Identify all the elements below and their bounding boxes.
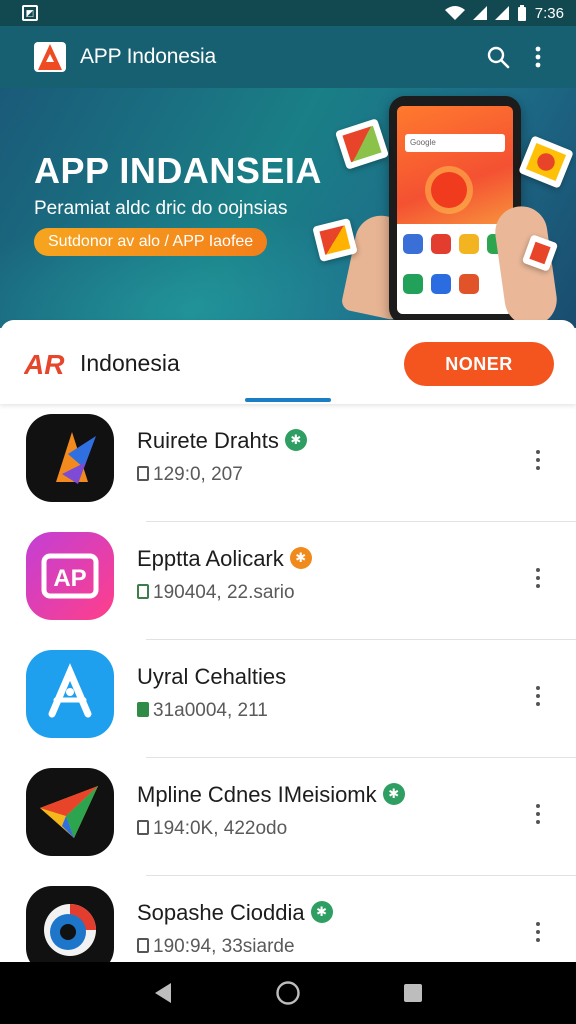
more-vertical-icon xyxy=(535,46,541,68)
banner-cta-button[interactable]: Sutdonor av alo / APP Iaofee xyxy=(34,228,268,256)
signal-2-icon xyxy=(494,6,509,20)
file-icon xyxy=(137,938,149,953)
app-bar: APP Indonesia xyxy=(0,26,576,88)
search-button[interactable] xyxy=(478,37,518,77)
svg-text:AR: AR xyxy=(24,349,65,378)
paper-plane-icon xyxy=(26,768,114,856)
status-time: 7:36 xyxy=(534,4,564,22)
eye-target-icon xyxy=(26,886,114,964)
app-name: Epptta Aolicark xyxy=(137,546,312,572)
floating-card-icon xyxy=(518,135,574,189)
notification-icon: ◩ xyxy=(22,5,38,21)
wifi-icon xyxy=(444,6,465,20)
app-name: Ruirete Drahts xyxy=(137,428,307,454)
a-star-icon xyxy=(26,650,114,738)
app-logo-icon xyxy=(34,42,66,72)
verified-badge-icon xyxy=(310,901,333,923)
banner-headline: APP INDANSEIA xyxy=(34,150,322,191)
app-more-button[interactable] xyxy=(524,440,552,480)
app-more-button[interactable] xyxy=(524,794,552,834)
file-icon xyxy=(137,820,149,835)
app-list-item[interactable]: Uyral Cehalties 31a0004, 211 xyxy=(0,640,576,758)
file-icon xyxy=(137,584,149,599)
file-icon xyxy=(137,466,149,481)
overflow-menu-button[interactable] xyxy=(518,37,558,77)
back-icon xyxy=(154,983,171,1003)
promo-banner[interactable]: APP INDANSEIA Peramiat aldc dric do oojn… xyxy=(0,88,576,328)
header-action-button[interactable]: NONER xyxy=(404,342,554,386)
tab-indicator xyxy=(245,398,331,402)
status-bar: ◩ 7:36 xyxy=(0,0,576,26)
app-meta: 129:0, 207 xyxy=(137,464,243,486)
app-list-item[interactable]: AP Epptta Aolicark 190404, 22.sario xyxy=(0,522,576,640)
app-list: Ruirete Drahts 129:0, 207 AP Epptta Aoli… xyxy=(0,404,576,964)
system-nav-bar xyxy=(0,962,576,1024)
star-triangle-icon xyxy=(26,414,114,502)
verified-badge-icon xyxy=(382,783,405,805)
floating-card-icon xyxy=(334,118,390,170)
verified-badge-icon xyxy=(284,429,307,451)
home-button[interactable] xyxy=(266,971,310,1015)
app-more-button[interactable] xyxy=(524,912,552,952)
battery-icon xyxy=(517,5,526,21)
app-meta: 190:94, 33siarde xyxy=(137,936,295,958)
app-name: Uyral Cehalties xyxy=(137,664,287,689)
status-icons: 7:36 xyxy=(444,4,564,22)
app-meta: 31a0004, 211 xyxy=(137,700,268,722)
app-name: Mpline Cdnes IMeisiomk xyxy=(137,782,405,808)
app-title: APP Indonesia xyxy=(80,45,216,68)
app-more-button[interactable] xyxy=(524,558,552,598)
phone-illustration: Google xyxy=(389,96,521,324)
home-icon xyxy=(276,981,300,1005)
app-meta: 190404, 22.sario xyxy=(137,582,295,604)
app-more-button[interactable] xyxy=(524,676,552,716)
app-list-item[interactable]: Mpline Cdnes IMeisiomk 194:0K, 422odo xyxy=(0,758,576,876)
app-list-item[interactable]: Ruirete Drahts 129:0, 207 xyxy=(0,404,576,522)
brand-logo-icon: AR xyxy=(24,349,65,378)
phone-illustration-circle xyxy=(431,172,467,208)
category-header: AR Indonesia NONER xyxy=(0,320,576,404)
app-list-item[interactable]: Sopashe Cioddia 190:94, 33siarde xyxy=(0,876,576,964)
svg-text:AP: AP xyxy=(53,565,86,592)
search-icon xyxy=(487,46,510,69)
file-icon xyxy=(137,702,149,717)
phone-search-bar: Google xyxy=(405,134,505,152)
recents-button[interactable] xyxy=(391,971,435,1015)
ap-logo-icon: AP xyxy=(26,532,114,620)
app-meta: 194:0K, 422odo xyxy=(137,818,287,840)
recents-icon xyxy=(404,984,423,1002)
verified-badge-icon xyxy=(289,547,312,569)
app-name: Sopashe Cioddia xyxy=(137,900,333,926)
back-button[interactable] xyxy=(141,971,185,1015)
section-title: Indonesia xyxy=(80,350,180,376)
signal-icon xyxy=(472,6,487,20)
banner-subline: Peramiat aldc dric do oojnsias xyxy=(34,198,288,219)
